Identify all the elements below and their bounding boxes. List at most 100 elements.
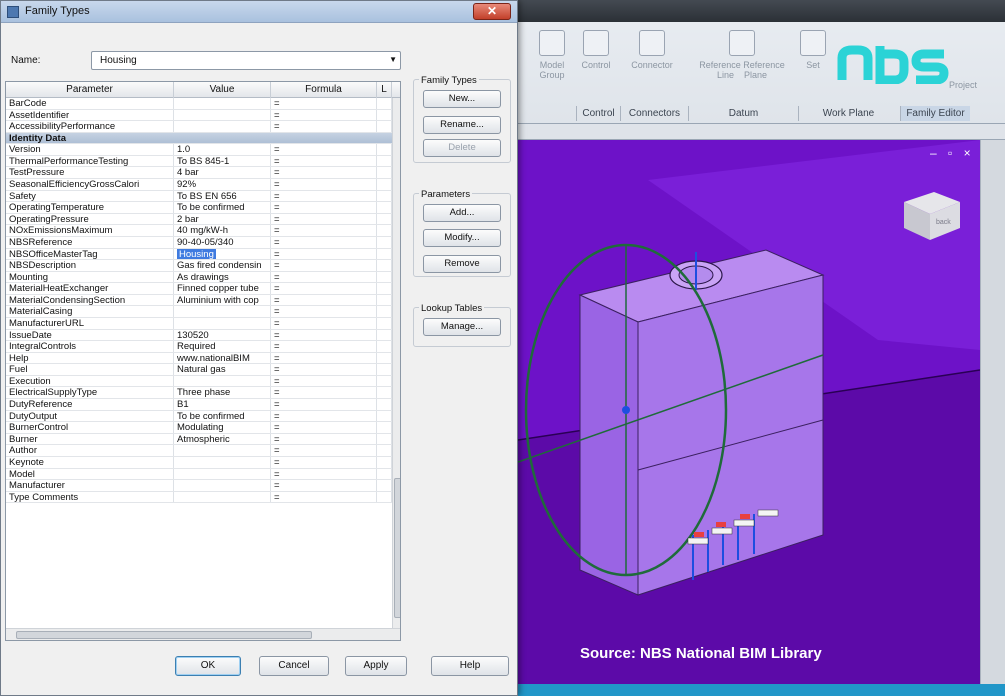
parameter-formula[interactable]: = — [271, 98, 377, 109]
table-row[interactable]: Safety To BS EN 656 = — [6, 190, 392, 203]
parameter-lock-cell[interactable] — [377, 387, 392, 399]
parameter-value[interactable]: B1 — [174, 399, 271, 410]
parameter-value[interactable]: To BS EN 656 — [174, 190, 271, 202]
parameter-value[interactable]: Three phase — [174, 387, 271, 399]
table-row[interactable]: ManufacturerURL = — [6, 317, 392, 330]
3d-viewport[interactable]: back – ▫ × — [518, 140, 980, 684]
group-header-row[interactable]: Identity Data — [6, 132, 392, 145]
parameter-value[interactable] — [174, 317, 271, 329]
table-row[interactable]: NOxEmissionsMaximum 40 mg/kW-h = — [6, 225, 392, 237]
grid-horizontal-thumb[interactable] — [16, 631, 312, 639]
connector-button[interactable]: Connector — [622, 30, 682, 102]
add-parameter-button[interactable]: Add... — [423, 204, 501, 222]
parameter-value[interactable]: To be confirmed — [174, 202, 271, 213]
parameter-value[interactable]: To BS 845-1 — [174, 155, 271, 167]
delete-type-button[interactable]: Delete — [423, 139, 501, 157]
parameter-value[interactable] — [174, 480, 271, 491]
table-row[interactable]: Manufacturer = — [6, 480, 392, 492]
table-row[interactable]: Execution = — [6, 375, 392, 388]
parameter-value[interactable]: 1.0 — [174, 144, 271, 155]
parameter-formula[interactable]: = — [271, 283, 377, 294]
new-type-button[interactable]: New... — [423, 90, 501, 108]
parameter-formula[interactable]: = — [271, 294, 377, 306]
parameter-value[interactable]: 4 bar — [174, 167, 271, 179]
type-name-select[interactable]: Housing ▼ — [91, 51, 401, 70]
parameter-lock-cell[interactable] — [377, 283, 392, 294]
parameter-lock-cell[interactable] — [377, 352, 392, 364]
parameter-value[interactable]: Modulating — [174, 422, 271, 433]
parameter-lock-cell[interactable] — [377, 109, 392, 121]
control-button[interactable]: Control — [576, 30, 616, 102]
parameter-lock-cell[interactable] — [377, 190, 392, 202]
column-header-lock[interactable]: L — [377, 82, 392, 98]
parameter-lock-cell[interactable] — [377, 213, 392, 225]
parameter-value[interactable]: Natural gas — [174, 364, 271, 375]
parameter-formula[interactable]: = — [271, 329, 377, 341]
table-row[interactable]: ElectricalSupplyType Three phase = — [6, 387, 392, 400]
parameter-lock-cell[interactable] — [377, 317, 392, 329]
parameter-value[interactable]: 130520 — [174, 329, 271, 341]
parameter-value[interactable]: Finned copper tube — [174, 283, 271, 294]
parameter-lock-cell[interactable] — [377, 456, 392, 468]
table-row[interactable]: NBSReference 90-40-05/340 = — [6, 236, 392, 249]
parameter-lock-cell[interactable] — [377, 410, 392, 422]
parameter-lock-cell[interactable] — [377, 329, 392, 341]
table-row[interactable]: DutyReference B1 = — [6, 399, 392, 411]
table-row[interactable]: SeasonalEfficiencyGrossCalori 92% = — [6, 179, 392, 191]
parameter-lock-cell[interactable] — [377, 433, 392, 445]
table-row[interactable]: MaterialCasing = — [6, 306, 392, 318]
parameter-value[interactable]: Required — [174, 341, 271, 352]
table-row[interactable]: IssueDate 130520 = — [6, 329, 392, 342]
parameter-formula[interactable]: = — [271, 491, 377, 503]
table-row[interactable]: Mounting As drawings = — [6, 271, 392, 284]
parameter-lock-cell[interactable] — [377, 225, 392, 236]
dialog-titlebar[interactable]: Family Types ✕ — [1, 1, 517, 23]
parameter-formula[interactable]: = — [271, 202, 377, 213]
parameter-formula[interactable]: = — [271, 167, 377, 179]
parameter-lock-cell[interactable] — [377, 248, 392, 260]
parameter-formula[interactable]: = — [271, 155, 377, 167]
parameter-formula[interactable]: = — [271, 213, 377, 225]
parameter-lock-cell[interactable] — [377, 202, 392, 213]
parameter-formula[interactable]: = — [271, 109, 377, 121]
table-row[interactable]: TestPressure 4 bar = — [6, 167, 392, 180]
manage-lookup-button[interactable]: Manage... — [423, 318, 501, 336]
apply-button[interactable]: Apply — [345, 656, 407, 676]
parameter-formula[interactable]: = — [271, 364, 377, 375]
grid-horizontal-scrollbar[interactable] — [6, 628, 400, 640]
parameter-value[interactable] — [174, 109, 271, 121]
parameter-formula[interactable]: = — [271, 271, 377, 283]
parameter-grid[interactable]: Parameter Value Formula L BarCode = AssetI… — [5, 81, 401, 641]
parameter-formula[interactable]: = — [271, 375, 377, 387]
parameter-formula[interactable]: = — [271, 399, 377, 410]
parameter-value[interactable] — [174, 445, 271, 456]
parameter-formula[interactable]: = — [271, 352, 377, 364]
column-header-formula[interactable]: Formula — [271, 82, 377, 98]
table-row[interactable]: Burner Atmospheric = — [6, 433, 392, 446]
parameter-value[interactable]: Gas fired condensin — [174, 260, 271, 271]
parameter-value[interactable] — [174, 468, 271, 480]
model-group-button[interactable]: Model Group — [532, 30, 572, 102]
parameter-lock-cell[interactable] — [377, 167, 392, 179]
help-button[interactable]: Help — [431, 656, 509, 676]
parameter-lock-cell[interactable] — [377, 445, 392, 456]
rename-type-button[interactable]: Rename... — [423, 116, 501, 134]
table-row[interactable]: DutyOutput To be confirmed = — [6, 410, 392, 423]
parameter-value[interactable] — [174, 375, 271, 387]
parameter-value[interactable]: Housing — [174, 248, 271, 260]
parameter-formula[interactable]: = — [271, 480, 377, 491]
parameter-value[interactable]: Aluminium with cop — [174, 294, 271, 306]
parameter-formula[interactable]: = — [271, 144, 377, 155]
parameter-lock-cell[interactable] — [377, 144, 392, 155]
cancel-button[interactable]: Cancel — [259, 656, 329, 676]
parameter-lock-cell[interactable] — [377, 294, 392, 306]
parameter-formula[interactable]: = — [271, 422, 377, 433]
parameter-formula[interactable]: = — [271, 445, 377, 456]
grid-vertical-thumb[interactable] — [394, 478, 400, 618]
table-row[interactable]: NBSOfficeMasterTag Housing = — [6, 248, 392, 261]
table-row[interactable]: ThermalPerformanceTesting To BS 845-1 = — [6, 155, 392, 168]
table-row[interactable]: OperatingTemperature To be confirmed = — [6, 202, 392, 214]
parameter-formula[interactable]: = — [271, 387, 377, 399]
parameter-value[interactable] — [174, 456, 271, 468]
table-row[interactable]: Type Comments = — [6, 491, 392, 504]
